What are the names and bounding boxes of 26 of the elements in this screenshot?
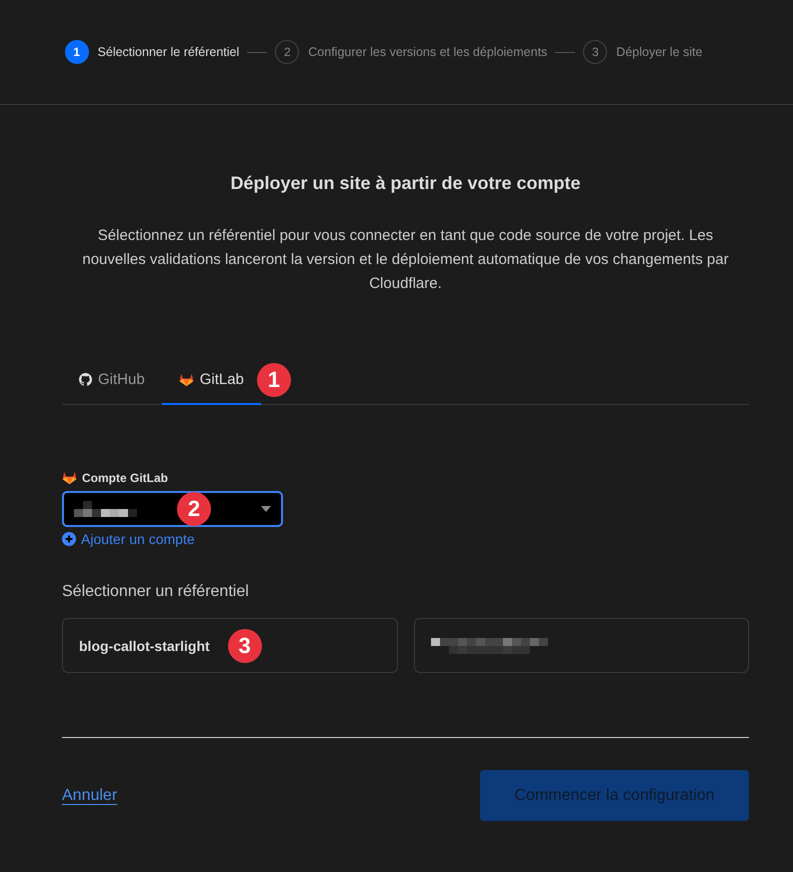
field-label: Compte GitLab xyxy=(82,471,168,485)
step-number: 1 xyxy=(64,40,89,64)
annotation-badge: 1 xyxy=(256,363,291,397)
step-label: Déployer le site xyxy=(616,45,702,59)
plus-icon xyxy=(62,532,76,546)
annotation-badge: 2 xyxy=(177,492,211,526)
description: Sélectionnez un référentiel pour vous connecter en tant que code source de votre projet. Les nouvelles validations lanceront la version et le déploiement automatique de vos changements par Cloudflare. xyxy=(81,226,730,294)
caret-icon xyxy=(261,506,271,512)
annotation-badge: 3 xyxy=(228,628,262,662)
redacted-text xyxy=(74,501,137,517)
section-heading: Sélectionner un référentiel xyxy=(62,583,250,601)
step-number: 3 xyxy=(583,40,608,64)
account-select[interactable]: 2 xyxy=(62,491,283,527)
add-account-link[interactable]: Ajouter un compte xyxy=(62,531,749,547)
repository-card[interactable]: blog-callot-starlight 3 xyxy=(62,618,398,673)
step-label: Sélectionner le référentiel xyxy=(98,45,240,59)
step-number: 2 xyxy=(275,40,300,64)
github-icon xyxy=(79,373,92,386)
gitlab-icon xyxy=(62,471,77,485)
step-label: Configurer les versions et les déploiements xyxy=(308,45,548,59)
cancel-link[interactable]: Annuler xyxy=(62,786,118,804)
repo-name: blog-callot-starlight xyxy=(79,638,210,654)
page-title: Déployer un site à partir de votre compte xyxy=(229,173,582,194)
tab[interactable]: GitHub xyxy=(62,356,162,405)
repository-card[interactable] xyxy=(414,618,749,673)
gitlab-icon xyxy=(178,372,194,386)
